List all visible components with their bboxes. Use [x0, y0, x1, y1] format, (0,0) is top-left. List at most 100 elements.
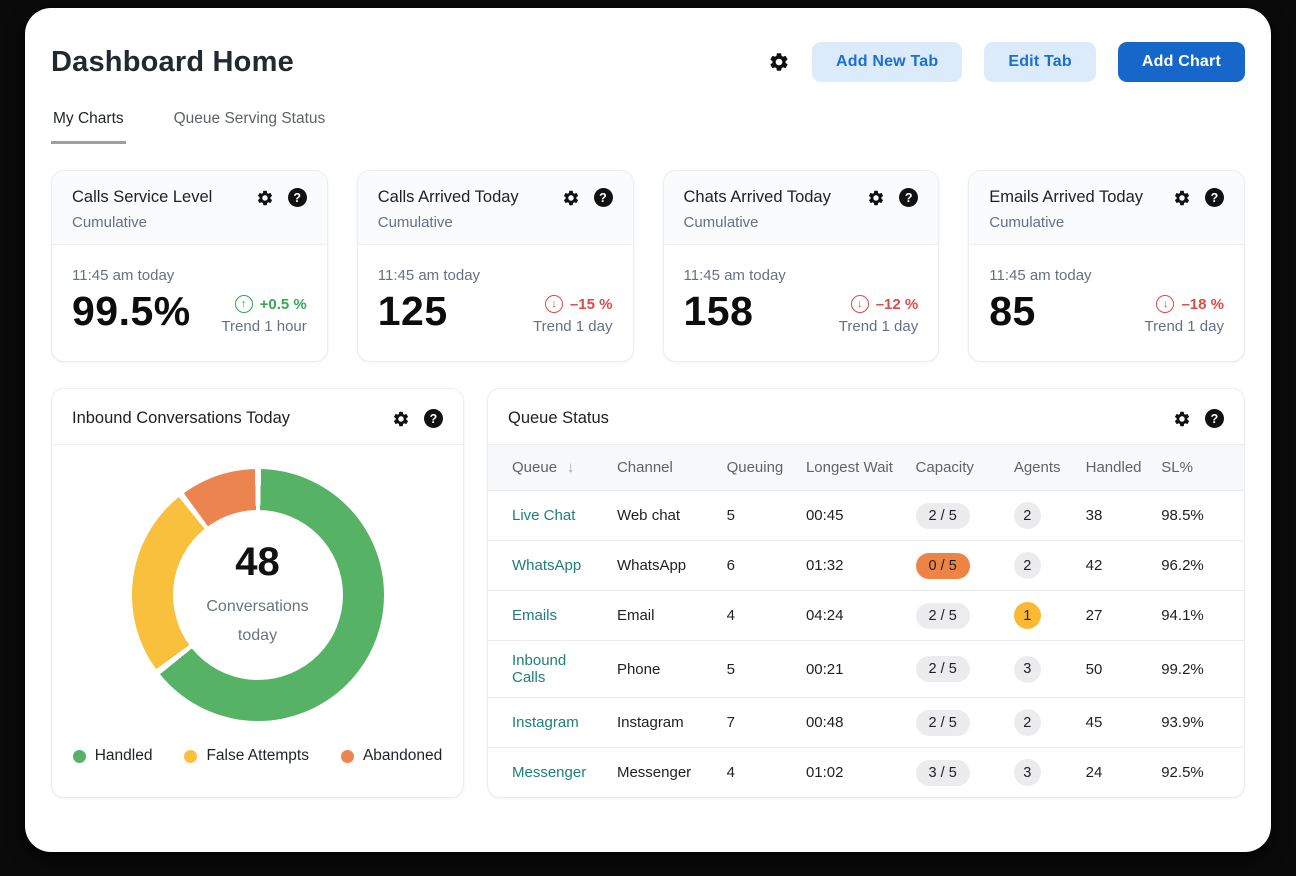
- queue-name-link[interactable]: Inbound Calls: [512, 652, 566, 686]
- legend-label: False Attempts: [206, 747, 309, 765]
- settings-icon[interactable]: [1173, 189, 1191, 207]
- donut-center-label-line2: today: [238, 627, 277, 644]
- agents-badge: 3: [1014, 656, 1041, 683]
- handled-cell: 38: [1078, 491, 1154, 541]
- sl-cell: 94.1%: [1153, 591, 1244, 641]
- legend-item[interactable]: False Attempts: [184, 747, 309, 765]
- trend-arrow-icon: ↓: [1156, 295, 1174, 313]
- topbar: Dashboard Home Add New Tab Edit Tab Add …: [51, 42, 1245, 82]
- column-header-sl[interactable]: SL%: [1153, 445, 1244, 491]
- tab-bar: My Charts Queue Serving Status: [51, 106, 1245, 144]
- queuing-cell: 5: [719, 641, 798, 698]
- longest-wait-cell: 00:48: [798, 698, 908, 748]
- queue-card-header: Queue Status: [488, 389, 1244, 445]
- kpi-body: 11:45 am today 158 ↓ –12 % Trend 1 day: [664, 245, 939, 361]
- settings-icon[interactable]: [1173, 410, 1191, 428]
- kpi-card-title: Calls Arrived Today: [378, 188, 519, 207]
- settings-icon[interactable]: [562, 189, 580, 207]
- dashboard-window: Dashboard Home Add New Tab Edit Tab Add …: [25, 8, 1271, 852]
- legend-item[interactable]: Abandoned: [341, 747, 442, 765]
- column-header-queuing[interactable]: Queuing: [719, 445, 798, 491]
- handled-cell: 45: [1078, 698, 1154, 748]
- inbound-conversations-card: Inbound Conversations Today 48 Conversat…: [51, 388, 464, 798]
- add-chart-button[interactable]: Add Chart: [1118, 42, 1245, 82]
- kpi-body: 11:45 am today 85 ↓ –18 % Trend 1 day: [969, 245, 1244, 361]
- column-header-handled[interactable]: Handled: [1078, 445, 1154, 491]
- donut-center-label: Conversations today: [206, 593, 308, 651]
- kpi-timestamp: 11:45 am today: [989, 267, 1224, 284]
- column-header-longest-wait[interactable]: Longest Wait: [798, 445, 908, 491]
- longest-wait-cell: 01:32: [798, 541, 908, 591]
- header-actions: Add New Tab Edit Tab Add Chart: [768, 42, 1245, 82]
- help-icon[interactable]: [424, 409, 443, 428]
- kpi-card-title: Chats Arrived Today: [684, 188, 831, 207]
- trend-delta: +0.5 %: [260, 296, 307, 313]
- sl-cell: 93.9%: [1153, 698, 1244, 748]
- settings-icon[interactable]: [256, 189, 274, 207]
- kpi-timestamp: 11:45 am today: [684, 267, 919, 284]
- kpi-value: 85: [989, 288, 1036, 335]
- queue-name-link[interactable]: Live Chat: [512, 507, 575, 524]
- column-header-agents[interactable]: Agents: [1006, 445, 1078, 491]
- channel-cell: Instagram: [609, 698, 719, 748]
- queue-card-title: Queue Status: [508, 409, 609, 428]
- trend-arrow-icon: ↑: [235, 295, 253, 313]
- help-icon[interactable]: [288, 188, 307, 207]
- capacity-badge: 3 / 5: [916, 760, 970, 786]
- column-header-queue[interactable]: Queue: [488, 445, 609, 491]
- donut-center-value: 48: [235, 540, 280, 585]
- queue-table-row: Emails Email 4 04:24 2 / 5 1 27 94.1%: [488, 591, 1244, 641]
- queue-name-link[interactable]: Messenger: [512, 764, 586, 781]
- queue-table-row: Inbound Calls Phone 5 00:21 2 / 5 3 50 9…: [488, 641, 1244, 698]
- channel-cell: Web chat: [609, 491, 719, 541]
- kpi-value: 158: [684, 288, 754, 335]
- help-icon[interactable]: [1205, 409, 1224, 428]
- trend: ↑ +0.5 % Trend 1 hour: [221, 295, 306, 335]
- queue-table-row: Messenger Messenger 4 01:02 3 / 5 3 24 9…: [488, 748, 1244, 798]
- sort-descending-icon[interactable]: [567, 459, 575, 476]
- kpi-grid: Calls Service Level Cumulative 11:45 am …: [51, 170, 1245, 362]
- column-header-capacity[interactable]: Capacity: [908, 445, 1006, 491]
- trend-delta: –18 %: [1181, 296, 1224, 313]
- queue-status-card: Queue Status Queue Channel Queuing Longe…: [487, 388, 1245, 798]
- queue-name-link[interactable]: Instagram: [512, 714, 579, 731]
- sl-cell: 98.5%: [1153, 491, 1244, 541]
- settings-icon[interactable]: [867, 189, 885, 207]
- queue-table-row: Instagram Instagram 7 00:48 2 / 5 2 45 9…: [488, 698, 1244, 748]
- kpi-card: Calls Arrived Today Cumulative 11:45 am …: [357, 170, 634, 362]
- queuing-cell: 5: [719, 491, 798, 541]
- tab-queue-serving-status[interactable]: Queue Serving Status: [172, 106, 328, 144]
- page-title: Dashboard Home: [51, 46, 294, 79]
- help-icon[interactable]: [1205, 188, 1224, 207]
- column-header-channel[interactable]: Channel: [609, 445, 719, 491]
- channel-cell: Messenger: [609, 748, 719, 798]
- trend: ↓ –12 % Trend 1 day: [839, 295, 919, 335]
- kpi-timestamp: 11:45 am today: [378, 267, 613, 284]
- agents-badge: 1: [1014, 602, 1041, 629]
- trend-delta: –15 %: [570, 296, 613, 313]
- settings-icon[interactable]: [392, 410, 410, 428]
- trend-arrow-icon: ↓: [851, 295, 869, 313]
- queue-table-row: WhatsApp WhatsApp 6 01:32 0 / 5 2 42 96.…: [488, 541, 1244, 591]
- kpi-card: Emails Arrived Today Cumulative 11:45 am…: [968, 170, 1245, 362]
- queue-name-link[interactable]: Emails: [512, 607, 557, 624]
- add-new-tab-button[interactable]: Add New Tab: [812, 42, 962, 82]
- donut-center: 48 Conversations today: [173, 510, 343, 680]
- donut-card-header: Inbound Conversations Today: [52, 389, 463, 445]
- tab-my-charts[interactable]: My Charts: [51, 106, 126, 144]
- trend: ↓ –15 % Trend 1 day: [533, 295, 613, 335]
- legend-label: Handled: [95, 747, 153, 765]
- edit-tab-button[interactable]: Edit Tab: [984, 42, 1096, 82]
- agents-badge: 2: [1014, 552, 1041, 579]
- kpi-body: 11:45 am today 99.5% ↑ +0.5 % Trend 1 ho…: [52, 245, 327, 361]
- dashboard-settings-icon[interactable]: [768, 51, 790, 73]
- legend-item[interactable]: Handled: [73, 747, 153, 765]
- help-icon[interactable]: [594, 188, 613, 207]
- kpi-card: Chats Arrived Today Cumulative 11:45 am …: [663, 170, 940, 362]
- trend: ↓ –18 % Trend 1 day: [1145, 295, 1225, 335]
- queue-name-link[interactable]: WhatsApp: [512, 557, 581, 574]
- legend-dot-icon: [73, 750, 86, 763]
- help-icon[interactable]: [899, 188, 918, 207]
- kpi-card-header: Calls Arrived Today Cumulative: [358, 171, 633, 245]
- queue-table-header-row: Queue Channel Queuing Longest Wait Capac…: [488, 445, 1244, 491]
